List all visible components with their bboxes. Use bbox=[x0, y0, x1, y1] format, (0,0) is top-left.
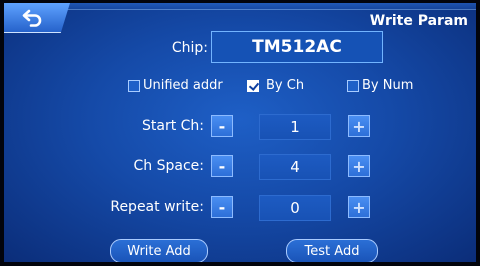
ch-space-plus-button[interactable]: + bbox=[348, 155, 370, 177]
page-title: Write Param bbox=[369, 13, 468, 29]
by-num-checkbox[interactable] bbox=[347, 79, 359, 92]
start-ch-value[interactable]: 1 bbox=[259, 114, 331, 140]
repeat-write-plus-button[interactable]: + bbox=[348, 196, 370, 218]
repeat-write-minus-button[interactable]: - bbox=[211, 196, 233, 218]
by-num-label: By Num bbox=[362, 78, 414, 93]
by-ch-label: By Ch bbox=[266, 78, 305, 93]
ch-space-value[interactable]: 4 bbox=[259, 154, 331, 180]
unified-addr-checkbox[interactable] bbox=[128, 79, 140, 92]
chip-label: Chip: bbox=[171, 40, 208, 56]
by-ch-checkbox[interactable] bbox=[247, 79, 259, 92]
back-arrow-icon bbox=[22, 9, 42, 27]
chip-select[interactable]: TM512AC bbox=[211, 31, 383, 63]
unified-addr-option[interactable]: Unified addr bbox=[128, 78, 223, 93]
ch-space-label: Ch Space: bbox=[133, 158, 204, 174]
back-button[interactable] bbox=[4, 3, 70, 33]
repeat-write-value[interactable]: 0 bbox=[259, 195, 331, 221]
unified-addr-label: Unified addr bbox=[143, 78, 223, 93]
start-ch-label: Start Ch: bbox=[141, 118, 204, 134]
write-param-screen: Write Param Chip: TM512AC Unified addr B… bbox=[4, 3, 476, 262]
start-ch-plus-button[interactable]: + bbox=[348, 115, 370, 137]
write-add-button[interactable]: Write Add bbox=[110, 239, 208, 262]
test-add-button[interactable]: Test Add bbox=[286, 239, 378, 262]
ch-space-minus-button[interactable]: - bbox=[211, 155, 233, 177]
by-num-option[interactable]: By Num bbox=[347, 78, 413, 93]
repeat-write-label: Repeat write: bbox=[110, 199, 204, 215]
by-ch-option[interactable]: By Ch bbox=[247, 78, 304, 93]
start-ch-minus-button[interactable]: - bbox=[211, 115, 233, 137]
top-bar bbox=[66, 3, 476, 10]
